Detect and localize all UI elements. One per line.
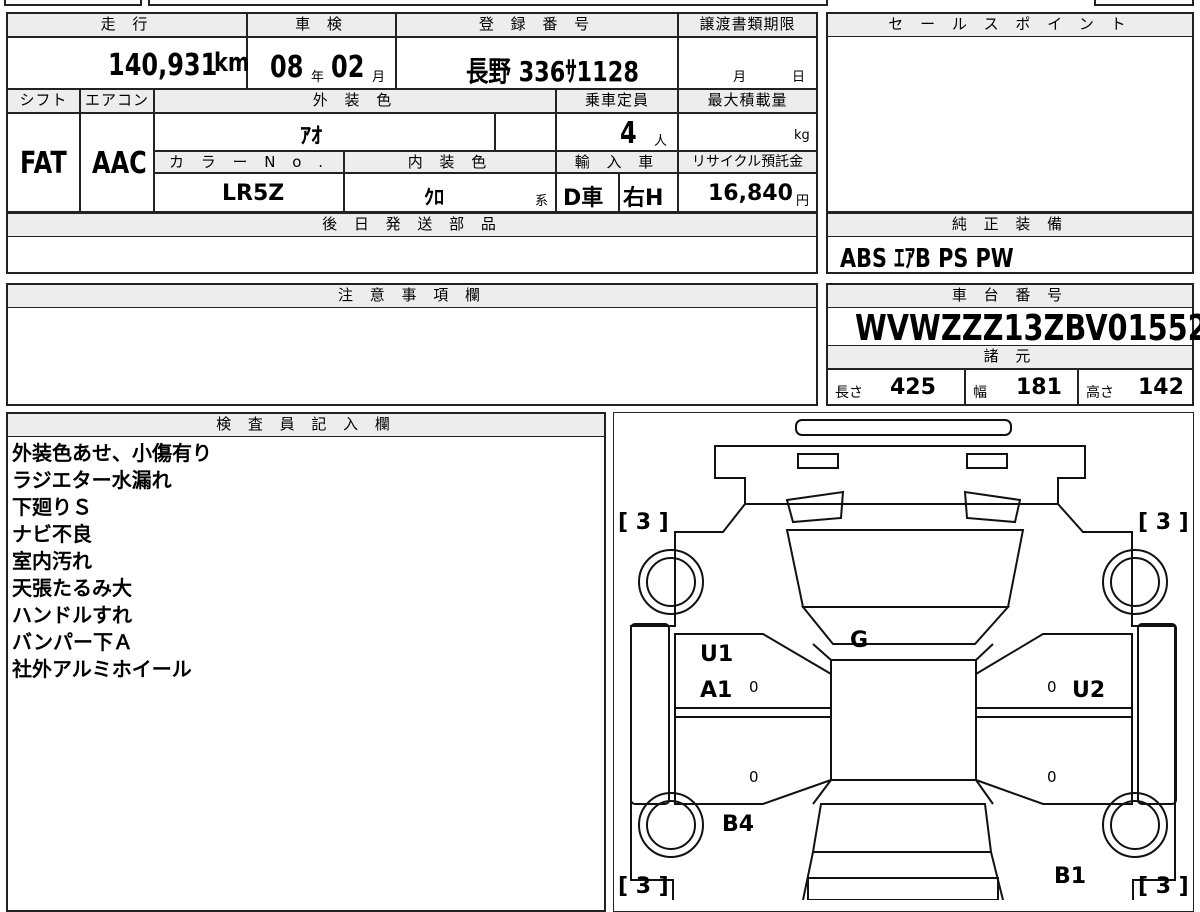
inspector-note: 下廻りＳ <box>12 495 92 519</box>
plate-number: 長野 336ｻ1128 <box>466 55 639 88</box>
specs-header: 諸 元 <box>827 345 1193 369</box>
height-value: 142 <box>1138 375 1184 400</box>
exterior-cell <box>154 113 495 151</box>
ac-header: エアコン <box>80 89 154 113</box>
load-unit: kg <box>794 128 810 143</box>
inspector-note: 外装色あせ、小傷有り <box>12 441 212 465</box>
exterior-color-value: ｱｵ <box>300 124 323 149</box>
inspector-note: ラジエター水漏れ <box>12 468 172 492</box>
mileage-unit: km <box>214 48 250 78</box>
shaken-month: 02 <box>331 50 365 85</box>
genuine-equipment-header: 純 正 装 備 <box>827 213 1193 237</box>
door-zero-mark: 0 <box>749 678 759 696</box>
tire-tread-front-left: [ 3 ] <box>618 510 669 535</box>
inspector-note: ナビ不良 <box>12 522 92 546</box>
tire-tread-rear-right: [ 3 ] <box>1138 874 1189 899</box>
chassis-number: WVWZZZ13ZBV015520 <box>855 308 1200 349</box>
top-strip-mid <box>148 0 828 6</box>
interior-suffix: 系 <box>535 194 549 209</box>
interior-cell <box>344 173 556 212</box>
capacity-value: 4 <box>620 116 637 151</box>
length-label: 長さ <box>835 385 863 401</box>
inspector-note: 室内汚れ <box>12 549 92 573</box>
interior-header: 内 装 色 <box>344 151 556 173</box>
import-value: D車 <box>563 186 604 211</box>
tire-tread-front-right: [ 3 ] <box>1138 510 1189 535</box>
interior-color-value: ｸﾛ <box>424 185 444 209</box>
ac-value: AAC <box>92 146 147 181</box>
month-unit: 月 <box>372 70 386 85</box>
width-value: 181 <box>1016 375 1062 400</box>
exterior-header: 外 装 色 <box>154 89 556 113</box>
plate-header: 登 録 番 号 <box>396 13 678 37</box>
capacity-header: 乗車定員 <box>556 89 678 113</box>
mileage-header: 走 行 <box>7 13 247 37</box>
recycle-header: リサイクル預託金 <box>678 151 817 173</box>
shaken-year: 08 <box>270 50 304 85</box>
transfer-month: 月 <box>733 70 747 85</box>
shift-value: FAT <box>20 146 67 181</box>
genuine-equipment-value: ABS ｴｱB PS PW <box>840 244 1014 274</box>
steering-value: 右H <box>623 186 664 211</box>
door-zero-mark: 0 <box>749 768 759 786</box>
shaken-header: 車 検 <box>247 13 396 37</box>
damage-b1: B1 <box>1054 864 1087 889</box>
year-unit: 年 <box>311 70 325 85</box>
top-strip-left <box>4 0 142 6</box>
glass-mark: G <box>850 628 869 653</box>
top-strip-right <box>1094 0 1194 6</box>
color-no-value: LR5Z <box>222 181 285 206</box>
height-label: 高さ <box>1086 385 1114 401</box>
inspector-note: バンパー下Ａ <box>12 630 133 654</box>
damage-b4: B4 <box>722 812 755 837</box>
color-no-header: カ ラ ー N o . <box>154 151 344 173</box>
import-header: 輸 入 車 <box>556 151 678 173</box>
door-zero-mark: 0 <box>1047 768 1057 786</box>
exterior-extra-cell <box>495 113 556 151</box>
tire-tread-rear-left: [ 3 ] <box>618 874 669 899</box>
shift-header: シフト <box>7 89 80 113</box>
width-label: 幅 <box>973 385 987 401</box>
door-zero-mark: 0 <box>1047 678 1057 696</box>
mileage-value: 140,931 <box>108 48 218 83</box>
later-parts-header: 後 日 発 送 部 品 <box>7 213 817 237</box>
inspector-note: ハンドルすれ <box>12 603 132 627</box>
notes-header: 注 意 事 項 欄 <box>7 284 817 308</box>
sales-point-box <box>826 12 1194 213</box>
sales-point-header: セ ー ル ス ポ イ ン ト <box>827 13 1193 37</box>
transfer-header: 譲渡書類期限 <box>678 13 817 37</box>
damage-u1: U1 <box>700 642 734 667</box>
inspector-notes-list: 外装色あせ、小傷有り ラジエター水漏れ 下廻りＳ ナビ不良 室内汚れ 天張たるみ… <box>12 440 212 683</box>
damage-a1: A1 <box>700 678 733 703</box>
length-value: 425 <box>890 375 936 400</box>
damage-u2: U2 <box>1072 678 1106 703</box>
chassis-header: 車 台 番 号 <box>827 284 1193 308</box>
inspector-header: 検 査 員 記 入 欄 <box>7 413 605 437</box>
load-header: 最大積載量 <box>678 89 817 113</box>
recycle-value: 16,840 <box>708 181 793 206</box>
recycle-unit: 円 <box>796 194 810 209</box>
capacity-unit: 人 <box>654 134 668 149</box>
transfer-day: 日 <box>792 70 806 85</box>
inspector-note: 社外アルミホイール <box>12 657 192 681</box>
inspector-note: 天張たるみ大 <box>12 576 132 600</box>
